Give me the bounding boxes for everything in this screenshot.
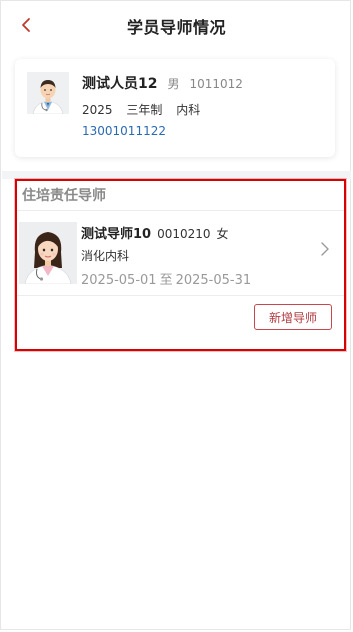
mentor-department: 消化内科: [81, 249, 130, 263]
mentor-avatar: [19, 222, 77, 284]
mentor-end-date: 2025-05-31: [175, 273, 252, 288]
mentor-start-date: 2025-05-01: [81, 273, 157, 288]
back-button[interactable]: [17, 13, 35, 37]
app-frame: 学员导师情况 测试人员12 男 1011012 2025 三年制 内科 1300…: [0, 0, 351, 630]
chevron-right-icon: [321, 242, 329, 256]
male-doctor-avatar-icon: [27, 72, 69, 114]
mentor-section: 住培责任导师 测试导师10 0010210 女 消化内科 2025-05-01 …: [15, 179, 346, 351]
mentor-period: 2025-05-01 至 2025-05-31: [81, 269, 251, 288]
section-separator: [2, 171, 351, 179]
female-doctor-avatar-icon: [19, 222, 77, 284]
divider: [17, 295, 344, 296]
student-avatar: [27, 72, 69, 114]
student-department: 内科: [176, 103, 201, 117]
add-mentor-button[interactable]: 新增导师: [254, 304, 332, 330]
student-name: 测试人员12: [82, 76, 158, 92]
divider: [17, 210, 344, 211]
chevron-left-icon: [22, 18, 30, 32]
student-info-row: 2025 三年制 内科: [82, 101, 210, 118]
mentor-name: 测试导师10: [81, 227, 152, 242]
section-title: 住培责任导师: [22, 188, 106, 204]
student-year: 2025: [82, 103, 113, 117]
student-card: 测试人员12 男 1011012 2025 三年制 内科 13001011122: [15, 59, 335, 157]
student-gender: 男: [167, 77, 180, 91]
mentor-id: 0010210: [157, 227, 211, 241]
nav-bar: 学员导师情况: [1, 1, 352, 51]
page-title: 学员导师情况: [126, 18, 226, 37]
mentor-name-row: 测试导师10 0010210 女: [81, 223, 229, 242]
student-name-row: 测试人员12 男 1011012: [82, 73, 243, 93]
student-id: 1011012: [189, 77, 243, 91]
student-program: 三年制: [126, 103, 163, 117]
mentor-period-separator: 至: [159, 273, 173, 288]
mentor-gender: 女: [216, 227, 229, 241]
mentor-list-item[interactable]: 测试导师10 0010210 女 消化内科 2025-05-01 至 2025-05…: [17, 212, 344, 294]
student-phone-link[interactable]: 13001011122: [82, 124, 166, 138]
